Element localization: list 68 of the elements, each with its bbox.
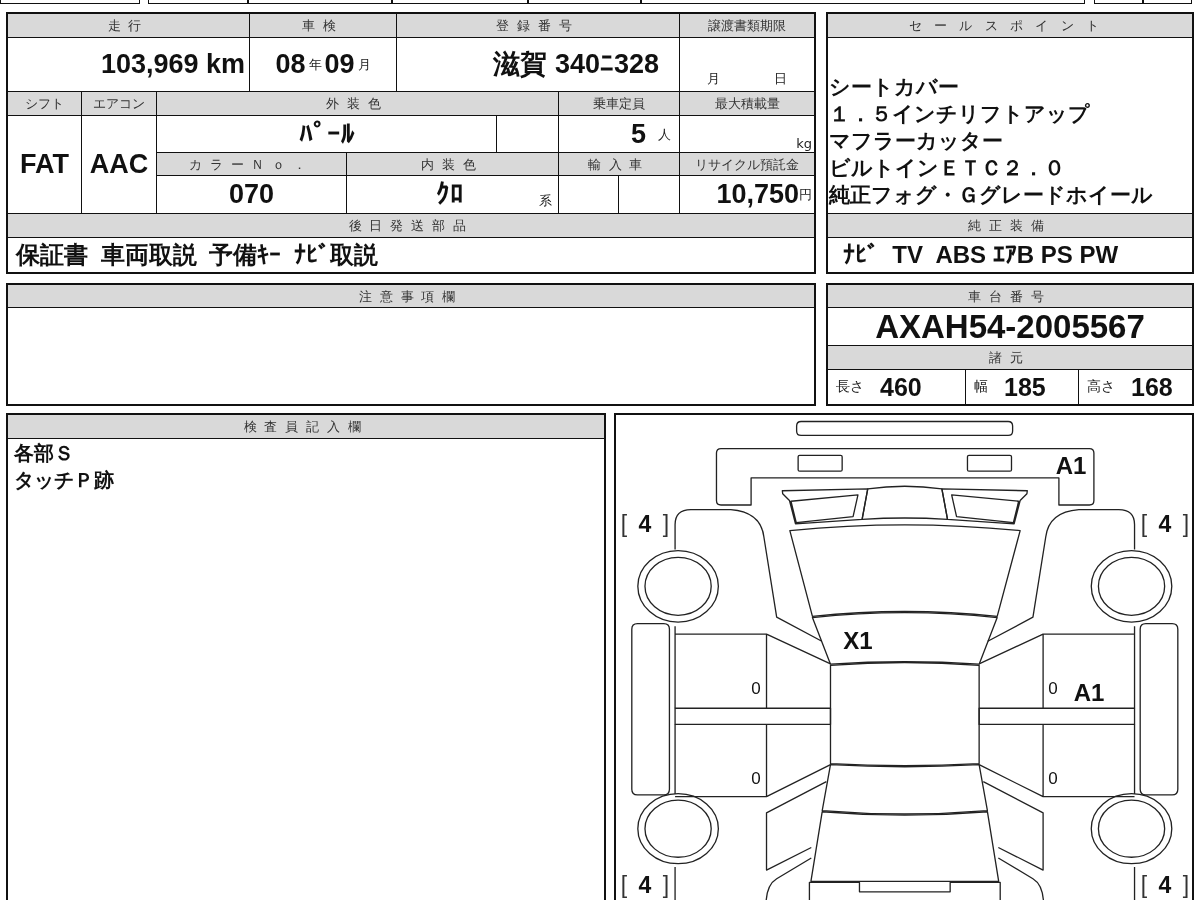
field-label: 純正装備	[828, 214, 1192, 237]
bracketed-number: [ 4 ]	[620, 512, 670, 536]
field-label: 検査員記入欄	[8, 415, 604, 439]
field-value: ﾊﾟｰﾙ	[157, 116, 496, 152]
field-label: エアコン	[82, 92, 156, 115]
field-label: カラーＮｏ．	[157, 153, 346, 175]
field-value: 09	[324, 51, 355, 78]
field-label: 車台番号	[828, 285, 1192, 307]
field-label: 登録番号	[397, 14, 679, 37]
unit-label: 月	[707, 72, 720, 85]
inspector-note: 各部Ｓ	[14, 440, 75, 467]
sales-point-line: １．５インチリフトアップ	[829, 101, 1091, 128]
field-label: 内装色	[347, 153, 558, 175]
field-value: 460	[880, 374, 922, 400]
sales-point-line: シートカバー	[829, 74, 960, 101]
inspection-code: A1	[1055, 454, 1087, 478]
field-label: リサイクル預託金	[680, 153, 814, 175]
field-label: 外装色	[157, 92, 558, 115]
field-label: 注意事項欄	[8, 285, 814, 307]
bracketed-number: [ 4 ]	[1140, 873, 1190, 897]
unit-label: kg	[796, 137, 812, 150]
field-value: FAT	[8, 116, 81, 213]
field-value: 168	[1131, 374, 1173, 400]
bumper-vent	[966, 454, 1013, 472]
field-label: 後日発送部品	[8, 214, 814, 237]
sales-point-line: マフラーカッター	[829, 128, 1004, 155]
sales-point-line: ビルトインＥＴＣ２．０	[829, 155, 1066, 182]
digit-label: 0	[1048, 679, 1058, 697]
field-label: 輸入車	[559, 153, 679, 175]
inspection-code: X1	[843, 629, 873, 653]
field-value: 保証書 車両取説 予備ｷｰ ﾅﾋﾞ取説	[8, 238, 814, 272]
field-value: 103,969 km	[8, 38, 249, 91]
field-label: 譲渡書類期限	[680, 14, 814, 37]
unit-label: 高さ	[1087, 378, 1115, 396]
field-label: 諸元	[828, 346, 1192, 369]
inspection-code: A1	[1073, 681, 1105, 705]
digit-label: 0	[751, 769, 761, 787]
inspector-note: タッチＰ跡	[14, 467, 115, 494]
field-value: ｸﾛ	[435, 181, 464, 208]
unit-label: 年	[308, 58, 322, 71]
field-value: 08	[275, 51, 306, 78]
unit-label: 長さ	[836, 378, 864, 396]
digit-label: 0	[751, 679, 761, 697]
unit-label: 円	[799, 188, 812, 201]
field-label: 乗車定員	[559, 92, 679, 115]
field-value: 5	[630, 120, 646, 148]
field-value: AAC	[82, 116, 156, 213]
field-value: AXAH54-2005567	[828, 308, 1192, 345]
unit-label: 系	[539, 194, 552, 210]
field-value: 185	[1004, 374, 1046, 400]
digit-label: 0	[1048, 769, 1058, 787]
unit-label: 人	[658, 127, 671, 141]
unit-label: 日	[774, 72, 787, 85]
field-label: 走行	[8, 14, 249, 37]
sales-point-line: 純正フォグ・Ｇグレードホイール	[829, 182, 1154, 209]
field-value: 滋賀 340ﾆ328	[397, 38, 679, 91]
unit-label: 月	[357, 58, 371, 71]
field-label: シフト	[8, 92, 81, 115]
field-label: セールスポイント	[828, 14, 1192, 37]
bracketed-number: [ 4 ]	[620, 873, 670, 897]
field-value: 10,750	[716, 181, 799, 208]
bumper-vent	[797, 454, 843, 472]
bracketed-number: [ 4 ]	[1140, 512, 1190, 536]
field-value: ﾅﾋﾞ TV ABS ｴｱB PS PW	[828, 238, 1192, 272]
field-label: 最大積載量	[680, 92, 814, 115]
field-label: 車検	[250, 14, 396, 37]
field-value: 070	[157, 176, 346, 213]
unit-label: 幅	[974, 378, 988, 396]
